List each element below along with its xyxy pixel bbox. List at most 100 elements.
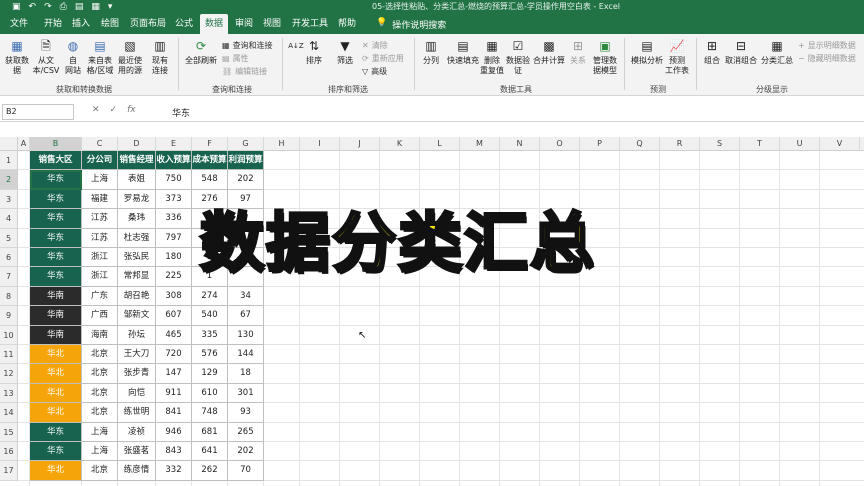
column-header-P[interactable]: P <box>580 137 620 151</box>
table-cell[interactable]: 336 <box>156 209 192 229</box>
text-to-columns-button[interactable]: ▥ 分列 <box>420 38 442 66</box>
table-cell[interactable]: 浙江 <box>82 248 118 268</box>
table-cell[interactable]: 广西 <box>82 306 118 326</box>
show-detail-button[interactable]: + 显示明细数据 <box>798 40 856 51</box>
table-cell[interactable]: 147 <box>156 364 192 384</box>
table-cell[interactable]: 548 <box>192 170 228 190</box>
table-cell[interactable]: 张步青 <box>118 364 156 384</box>
relationships-button[interactable]: ⊞ 关系 <box>568 38 588 66</box>
row-header-1[interactable]: 1 <box>0 151 18 171</box>
column-header-M[interactable]: M <box>460 137 500 151</box>
row-header-5[interactable]: 5 <box>0 228 18 248</box>
table-cell[interactable]: 301 <box>228 383 264 404</box>
region-cell[interactable]: 华北 <box>30 345 82 365</box>
insert-function-icon[interactable]: fx <box>127 105 136 115</box>
tab-data[interactable]: 数据 <box>200 14 228 34</box>
table-cell[interactable]: 225 <box>156 267 192 287</box>
table-cell[interactable]: 641 <box>192 442 228 462</box>
table-cell[interactable]: 607 <box>156 306 192 326</box>
tab-review[interactable]: 审阅 <box>231 14 257 34</box>
tab-insert[interactable]: 插入 <box>68 14 94 34</box>
name-box[interactable]: B2 <box>2 104 74 120</box>
group-button[interactable]: ⊞ 组合 <box>702 38 722 66</box>
tab-file[interactable]: 文件 <box>6 14 32 34</box>
manage-data-model-button[interactable]: ▣ 管理数 据模型 <box>592 38 618 76</box>
undo-icon[interactable]: ↶ <box>29 2 37 12</box>
table-header-cell[interactable]: 成本预算 <box>192 151 228 171</box>
column-header-U[interactable]: U <box>780 137 820 151</box>
table-cell[interactable]: 练世明 <box>118 403 156 423</box>
clear-filter-button[interactable]: ✕ 清除 <box>362 40 404 51</box>
column-header-E[interactable]: E <box>156 137 192 151</box>
table-cell[interactable]: 张盛茗 <box>118 442 156 462</box>
region-cell[interactable]: 华南 <box>30 325 82 345</box>
column-header-D[interactable]: D <box>118 137 156 151</box>
table-cell[interactable]: 凌祯 <box>118 422 156 442</box>
table-cell[interactable]: 张弘民 <box>118 248 156 268</box>
table-cell[interactable]: 北京 <box>82 403 118 423</box>
column-header-F[interactable]: F <box>192 137 228 151</box>
row-header-2[interactable]: 2 <box>0 170 18 190</box>
table-cell[interactable]: 北京 <box>82 461 118 481</box>
table-cell[interactable]: 邹新文 <box>118 306 156 326</box>
column-header-O[interactable]: O <box>540 137 580 151</box>
data-validation-button[interactable]: ☑ 数据验 证 <box>506 38 530 76</box>
column-header-S[interactable]: S <box>700 137 740 151</box>
table-cell[interactable]: 67 <box>228 306 264 326</box>
tab-view[interactable]: 视图 <box>259 14 285 34</box>
table-cell[interactable]: 浙江 <box>82 267 118 287</box>
table-cell[interactable]: 576 <box>192 345 228 365</box>
table-cell[interactable]: 911 <box>156 383 192 404</box>
table-header-cell[interactable]: 利润预算 <box>228 151 264 171</box>
table-cell[interactable]: 750 <box>156 170 192 190</box>
row-header-17[interactable]: 17 <box>0 461 18 481</box>
from-table-button[interactable]: ▤ 来自表 格/区域 <box>86 38 114 76</box>
table-header-cell[interactable]: 销售经理 <box>118 151 156 171</box>
table-header-cell[interactable]: 销售大区 <box>30 151 82 171</box>
table-cell[interactable]: 桑玮 <box>118 209 156 229</box>
consolidate-button[interactable]: ▩ 合并计算 <box>532 38 566 66</box>
region-cell[interactable]: 华东 <box>30 422 82 442</box>
table-cell[interactable]: 144 <box>228 345 264 365</box>
sort-az-button[interactable]: A↓Z <box>288 38 304 56</box>
table-cell[interactable]: 上海 <box>82 170 118 190</box>
table-cell[interactable]: 上海 <box>82 442 118 462</box>
table-cell[interactable]: 海南 <box>82 325 118 345</box>
table-cell[interactable]: 265 <box>228 422 264 442</box>
row-header-9[interactable]: 9 <box>0 306 18 326</box>
formula-input[interactable]: 华东 <box>172 106 190 119</box>
table-cell[interactable]: 129 <box>192 364 228 384</box>
select-all-corner[interactable] <box>0 137 18 151</box>
tab-page-layout[interactable]: 页面布局 <box>128 14 168 34</box>
region-cell[interactable]: 华东 <box>30 267 82 287</box>
region-cell[interactable]: 华东 <box>30 228 82 248</box>
region-cell[interactable]: 华北 <box>30 403 82 423</box>
table-cell[interactable]: 江苏 <box>82 209 118 229</box>
form-icon[interactable]: ▦ <box>91 2 100 12</box>
enter-icon[interactable]: ✓ <box>110 105 118 115</box>
row-header-13[interactable]: 13 <box>0 383 18 404</box>
subtotal-button[interactable]: ▦ 分类汇总 <box>760 38 794 66</box>
row-header-8[interactable]: 8 <box>0 286 18 307</box>
table-cell[interactable]: 946 <box>156 422 192 442</box>
table-cell[interactable]: 表姐 <box>118 170 156 190</box>
refresh-all-button[interactable]: ⟳ 全部刷新 <box>184 38 218 66</box>
table-cell[interactable]: 843 <box>156 442 192 462</box>
region-cell[interactable]: 华北 <box>30 461 82 481</box>
table-cell[interactable]: 841 <box>156 403 192 423</box>
region-cell[interactable]: 华北 <box>30 383 82 404</box>
column-header-A[interactable]: A <box>18 137 30 151</box>
table-cell[interactable]: 335 <box>192 325 228 345</box>
table-header-cell[interactable]: 收入预算 <box>156 151 192 171</box>
table-cell[interactable]: 18 <box>228 364 264 384</box>
column-header-J[interactable]: J <box>340 137 380 151</box>
what-if-button[interactable]: ▤ 模拟分析 <box>630 38 664 66</box>
table-cell[interactable]: 北京 <box>82 364 118 384</box>
table-cell[interactable]: 720 <box>156 345 192 365</box>
hide-detail-button[interactable]: − 隐藏明细数据 <box>798 53 856 64</box>
table-cell[interactable]: 胡召艳 <box>118 286 156 307</box>
table-cell[interactable]: 福建 <box>82 189 118 210</box>
row-header-7[interactable]: 7 <box>0 267 18 287</box>
table-cell[interactable]: 274 <box>192 286 228 307</box>
column-header-G[interactable]: G <box>228 137 264 151</box>
